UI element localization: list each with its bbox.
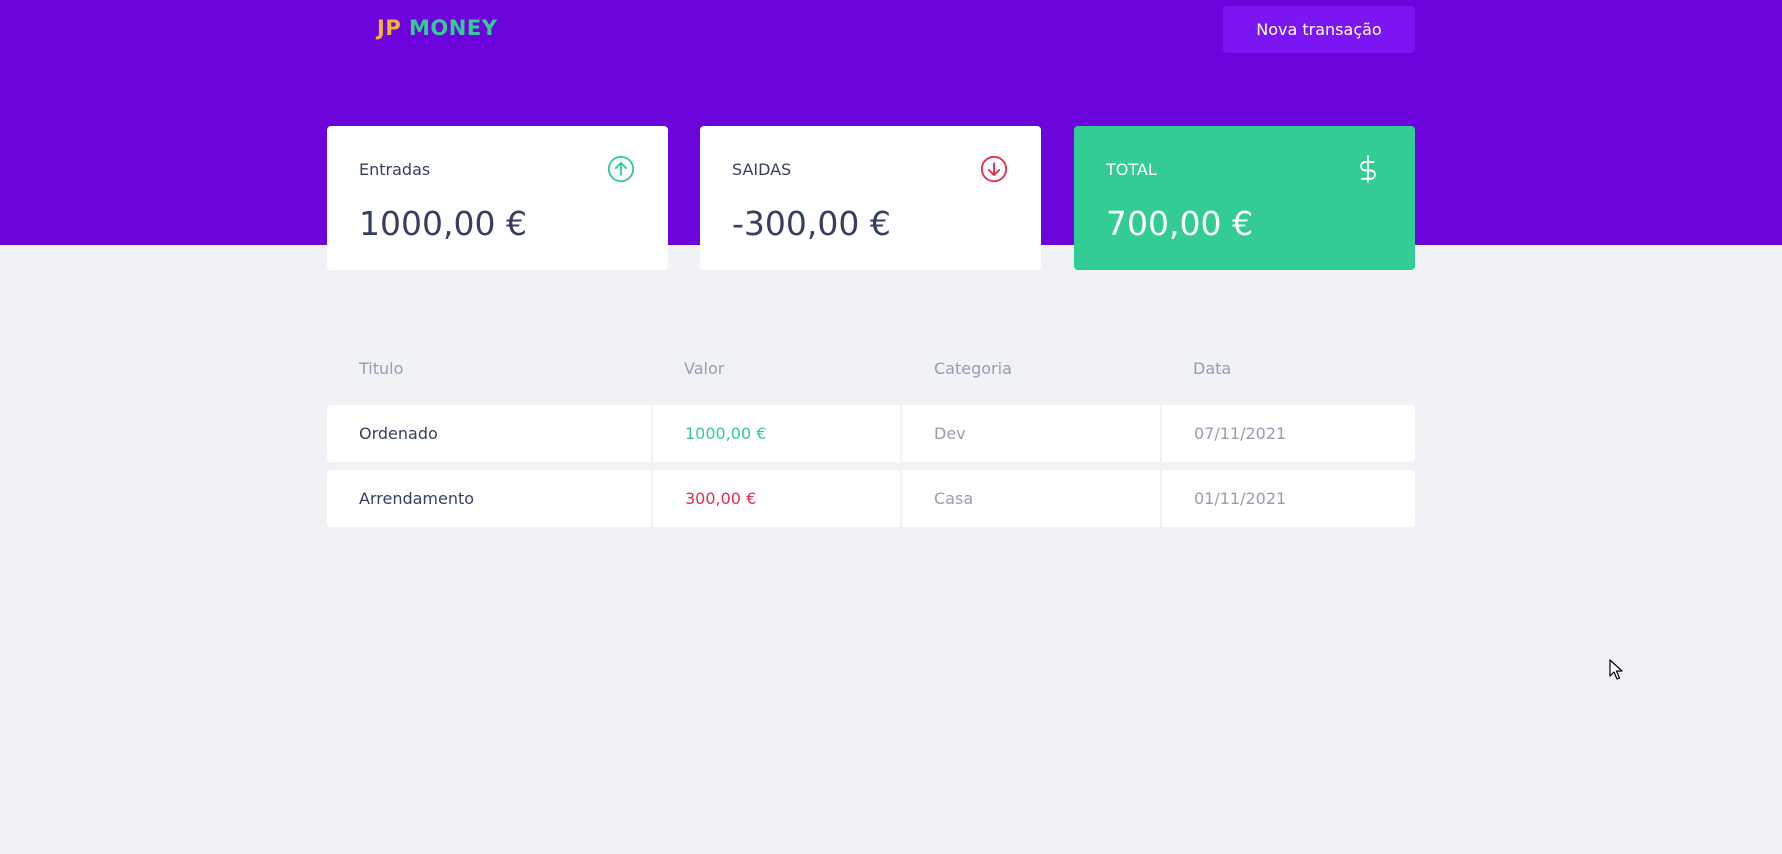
mouse-cursor-icon [1609,659,1623,681]
row-amount: 300,00 € [653,470,900,527]
income-title: Entradas [359,159,431,179]
logo-money: MONEY [409,16,498,40]
total-value: 700,00 € [1106,204,1253,243]
table-row: Ordenado 1000,00 € Dev 07/11/2021 [327,405,1415,462]
app-logo: JP MONEY [377,16,497,40]
column-header-category: Categoria [934,359,1012,378]
total-title: TOTAL [1106,159,1157,179]
row-category: Dev [902,405,1160,462]
outcome-title: SAIDAS [732,159,792,179]
table-row: Arrendamento 300,00 € Casa 01/11/2021 [327,470,1415,527]
new-transaction-button[interactable]: Nova transação [1223,6,1415,53]
row-title: Ordenado [327,405,651,462]
logo-jp: JP [377,16,402,40]
outcome-card: SAIDAS -300,00 € [700,126,1041,270]
dollar-sign-icon [1353,154,1383,184]
row-date: 07/11/2021 [1162,405,1415,462]
column-header-title: Titulo [359,359,404,378]
column-header-date: Data [1193,359,1232,378]
row-title: Arrendamento [327,470,651,527]
arrow-circle-down-icon [979,154,1009,184]
row-category: Casa [902,470,1160,527]
column-header-amount: Valor [684,359,725,378]
row-date: 01/11/2021 [1162,470,1415,527]
row-amount: 1000,00 € [653,405,900,462]
outcome-value: -300,00 € [732,204,891,243]
income-value: 1000,00 € [359,204,527,243]
arrow-circle-up-icon [606,154,636,184]
total-card: TOTAL 700,00 € [1074,126,1415,270]
income-card: Entradas 1000,00 € [327,126,668,270]
